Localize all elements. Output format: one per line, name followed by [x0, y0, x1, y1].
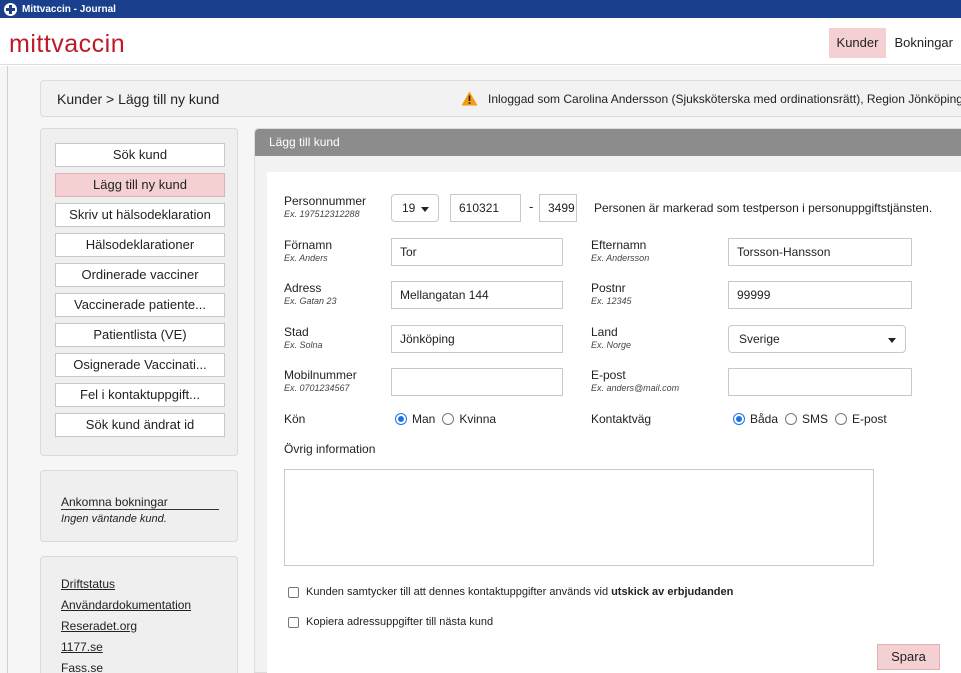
- postnr-input[interactable]: 99999: [728, 281, 912, 309]
- personnummer-label: Personnummer Ex. 197512312288: [284, 194, 367, 219]
- nav-bokningar[interactable]: Bokningar: [886, 28, 961, 58]
- bookings-empty-text: Ingen väntande kund.: [61, 513, 167, 525]
- efternamn-example: Ex. Andersson: [591, 253, 650, 263]
- mobil-example: Ex. 0701234567: [284, 383, 350, 393]
- link-fass[interactable]: Fass.se: [61, 661, 103, 673]
- mobil-input[interactable]: [391, 368, 563, 396]
- chevron-down-icon: [888, 338, 896, 343]
- bookings-panel: Ankomna bokningar Ingen väntande kund.: [40, 470, 238, 542]
- personnummer-suffix-input[interactable]: 3499: [539, 194, 577, 222]
- kontaktvag-radio-group: Båda SMS E-post: [733, 412, 894, 426]
- app-header: mittvaccin Kunder Bokningar: [0, 18, 961, 65]
- breadcrumb: Kunder > Lägg till ny kund: [57, 91, 220, 107]
- kontaktvag-radio-epost[interactable]: [835, 413, 848, 425]
- consent-text: Kunden samtycker till att dennes kontakt…: [306, 586, 609, 598]
- link-driftstatus[interactable]: Driftstatus: [61, 577, 115, 591]
- kontaktvag-label-sms[interactable]: SMS: [802, 412, 828, 426]
- personnummer-date-input[interactable]: 610321: [450, 194, 521, 222]
- warning-icon: [461, 91, 478, 106]
- logo[interactable]: mittvaccin: [9, 30, 125, 59]
- nav-kunder[interactable]: Kunder: [828, 28, 887, 58]
- land-select[interactable]: Sverige: [728, 325, 906, 353]
- postnr-label: Postnr Ex. 12345: [591, 281, 632, 306]
- kon-radio-group: Man Kvinna: [395, 412, 503, 426]
- efternamn-label: Efternamn Ex. Andersson: [591, 238, 650, 263]
- copy-address-checkbox[interactable]: [288, 616, 299, 628]
- fornamn-example: Ex. Anders: [284, 253, 328, 263]
- sidebar-item-sok-kund-andrat-id[interactable]: Sök kund ändrat id: [55, 413, 225, 437]
- kon-label: Kön: [284, 412, 306, 426]
- copy-address-text: Kopiera adressuppgifter till nästa kund: [306, 616, 494, 628]
- chevron-down-icon: [421, 207, 429, 212]
- ovrig-textarea[interactable]: [284, 469, 874, 566]
- sidebar-item-fel-i-kontaktuppgifter[interactable]: Fel i kontaktuppgift...: [55, 383, 225, 407]
- ovrig-label: Övrig information: [284, 442, 376, 456]
- fornamn-label: Förnamn Ex. Anders: [284, 238, 333, 263]
- stad-input[interactable]: Jönköping: [391, 325, 563, 353]
- epost-label: E-post Ex. anders@mail.com: [591, 368, 680, 393]
- links-panel: Driftstatus Användardokumentation Resera…: [40, 556, 238, 673]
- form-body: Personnummer Ex. 197512312288 19 610321 …: [267, 172, 961, 673]
- save-button[interactable]: Spara: [877, 644, 940, 670]
- sidebar-item-sok-kund[interactable]: Sök kund: [55, 143, 225, 167]
- link-reseradet[interactable]: Reseradet.org: [61, 619, 137, 633]
- sidebar-item-skriv-ut-halsodeklaration[interactable]: Skriv ut hälsodeklaration: [55, 203, 225, 227]
- sidebar-menu-panel: Sök kund Lägg till ny kund Skriv ut häls…: [40, 128, 238, 456]
- mobil-label: Mobilnummer Ex. 0701234567: [284, 368, 357, 393]
- adress-input[interactable]: Mellangatan 144: [391, 281, 563, 309]
- sidebar-item-ordinerade-vacciner[interactable]: Ordinerade vacciner: [55, 263, 225, 287]
- window-title: Mittvaccin - Journal: [22, 3, 116, 15]
- stad-example: Ex. Solna: [284, 340, 323, 350]
- window-titlebar: Mittvaccin - Journal: [0, 0, 961, 18]
- epost-input[interactable]: [728, 368, 912, 396]
- kontaktvag-label-epost[interactable]: E-post: [852, 412, 887, 426]
- personnummer-separator: -: [529, 199, 534, 214]
- land-label: Land Ex. Norge: [591, 325, 632, 350]
- sidebar-item-vaccinerade-patienter[interactable]: Vaccinerade patiente...: [55, 293, 225, 317]
- land-example: Ex. Norge: [591, 340, 632, 350]
- link-anvandardokumentation[interactable]: Användardokumentation: [61, 598, 191, 612]
- bookings-divider: [61, 509, 219, 510]
- kon-radio-kvinna[interactable]: [442, 413, 455, 425]
- consent-text-bold: utskick av erbjudanden: [611, 586, 734, 598]
- copy-address-row: Kopiera adressuppgifter till nästa kund: [288, 616, 493, 628]
- century-select[interactable]: 19: [391, 194, 439, 222]
- top-nav: Kunder Bokningar: [828, 28, 961, 58]
- login-status: Inloggad som Carolina Andersson (Sjukskö…: [488, 92, 961, 106]
- left-divider: [7, 66, 8, 673]
- sidebar-item-patientlista[interactable]: Patientlista (VE): [55, 323, 225, 347]
- consent-checkbox[interactable]: [288, 586, 299, 598]
- breadcrumb-bar: Kunder > Lägg till ny kund Inloggad som …: [40, 80, 961, 117]
- bookings-title: Ankomna bokningar: [61, 495, 168, 509]
- kon-label-man[interactable]: Man: [412, 412, 435, 426]
- efternamn-input[interactable]: Torsson-Hansson: [728, 238, 912, 266]
- consent-row: Kunden samtycker till att dennes kontakt…: [288, 586, 733, 598]
- fornamn-input[interactable]: Tor: [391, 238, 563, 266]
- adress-label: Adress Ex. Gatan 23: [284, 281, 337, 306]
- personnummer-example: Ex. 197512312288: [284, 209, 360, 219]
- kon-radio-man[interactable]: [395, 413, 407, 425]
- kontaktvag-label: Kontaktväg: [591, 412, 652, 426]
- kon-label-kvinna[interactable]: Kvinna: [459, 412, 496, 426]
- adress-example: Ex. Gatan 23: [284, 296, 337, 306]
- testperson-note: Personen är markerad som testperson i pe…: [594, 201, 933, 215]
- sidebar-item-lagg-till-ny-kund[interactable]: Lägg till ny kund: [55, 173, 225, 197]
- kontaktvag-radio-sms[interactable]: [785, 413, 798, 425]
- postnr-example: Ex. 12345: [591, 296, 632, 306]
- add-customer-panel: Lägg till kund Personnummer Ex. 19751231…: [254, 128, 961, 673]
- sidebar-item-halsodeklarationer[interactable]: Hälsodeklarationer: [55, 233, 225, 257]
- link-1177[interactable]: 1177.se: [61, 640, 103, 654]
- sidebar-item-osignerade-vaccinationer[interactable]: Osignerade Vaccinati...: [55, 353, 225, 377]
- app-cross-icon: [4, 2, 17, 16]
- epost-example: Ex. anders@mail.com: [591, 383, 680, 393]
- form-title: Lägg till kund: [255, 129, 961, 156]
- kontaktvag-label-bada[interactable]: Båda: [750, 412, 778, 426]
- kontaktvag-radio-bada[interactable]: [733, 413, 745, 425]
- stad-label: Stad Ex. Solna: [284, 325, 323, 350]
